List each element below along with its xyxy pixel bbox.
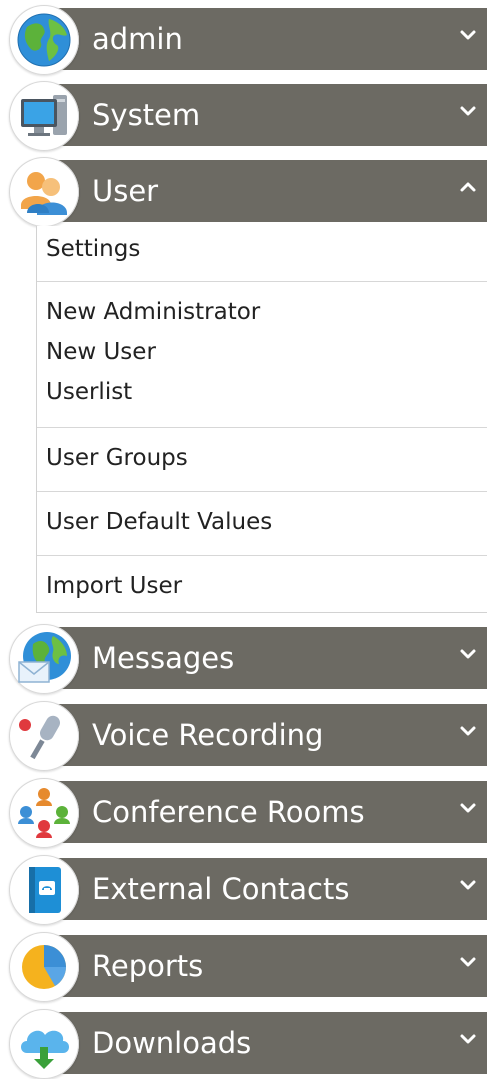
chevron-down-icon[interactable] bbox=[457, 643, 479, 665]
menu-label-messages: Messages bbox=[92, 641, 235, 675]
submenu-item-userlist[interactable]: Userlist bbox=[46, 379, 132, 405]
chevron-down-icon[interactable] bbox=[457, 1028, 479, 1050]
submenu-divider bbox=[37, 427, 487, 428]
submenu-item-new-user[interactable]: New User bbox=[46, 339, 156, 365]
submenu-divider bbox=[37, 491, 487, 492]
address-book-icon bbox=[9, 855, 79, 925]
menu-section-reports[interactable]: Reports bbox=[0, 927, 487, 1002]
submenu-item-user-groups[interactable]: User Groups bbox=[46, 445, 188, 471]
menu-label-user: User bbox=[92, 174, 159, 208]
menu-label-external-contacts: External Contacts bbox=[92, 872, 350, 906]
chevron-down-icon[interactable] bbox=[457, 951, 479, 973]
submenu-item-new-administrator[interactable]: New Administrator bbox=[46, 299, 260, 325]
cloud-download-icon bbox=[9, 1009, 79, 1079]
chevron-down-icon[interactable] bbox=[457, 797, 479, 819]
menu-section-messages[interactable]: Messages bbox=[0, 619, 487, 694]
chevron-down-icon[interactable] bbox=[457, 720, 479, 742]
menu-label-conference-rooms: Conference Rooms bbox=[92, 795, 365, 829]
chevron-down-icon[interactable] bbox=[457, 24, 479, 46]
menu-label-reports: Reports bbox=[92, 949, 204, 983]
menu-label-downloads: Downloads bbox=[92, 1026, 252, 1060]
chevron-down-icon[interactable] bbox=[457, 874, 479, 896]
menu-section-conference-rooms[interactable]: Conference Rooms bbox=[0, 773, 487, 848]
menu-label-system: System bbox=[92, 98, 201, 132]
people-circle-icon bbox=[9, 778, 79, 848]
submenu-divider bbox=[37, 555, 487, 556]
menu-section-system[interactable]: System bbox=[0, 76, 487, 151]
pie-chart-icon bbox=[9, 932, 79, 1002]
computer-icon bbox=[9, 81, 79, 151]
menu-section-external-contacts[interactable]: External Contacts bbox=[0, 850, 487, 925]
submenu-divider bbox=[37, 281, 487, 282]
submenu-item-import-user[interactable]: Import User bbox=[46, 573, 182, 599]
user-submenu: Settings New Administrator New User User… bbox=[36, 226, 487, 613]
menu-section-voice-recording[interactable]: Voice Recording bbox=[0, 696, 487, 771]
submenu-item-settings[interactable]: Settings bbox=[46, 236, 140, 262]
submenu-item-user-default-values[interactable]: User Default Values bbox=[46, 509, 272, 535]
menu-section-downloads[interactable]: Downloads bbox=[0, 1004, 487, 1079]
users-icon bbox=[9, 157, 79, 227]
globe-mail-icon bbox=[9, 624, 79, 694]
chevron-up-icon[interactable] bbox=[457, 176, 479, 198]
microphone-icon bbox=[9, 701, 79, 771]
chevron-down-icon[interactable] bbox=[457, 100, 479, 122]
menu-label-voice-recording: Voice Recording bbox=[92, 718, 324, 752]
menu-label-admin: admin bbox=[92, 22, 183, 56]
globe-icon bbox=[9, 5, 79, 75]
menu-section-admin[interactable]: admin bbox=[0, 0, 487, 75]
menu-section-user[interactable]: User bbox=[0, 152, 487, 227]
